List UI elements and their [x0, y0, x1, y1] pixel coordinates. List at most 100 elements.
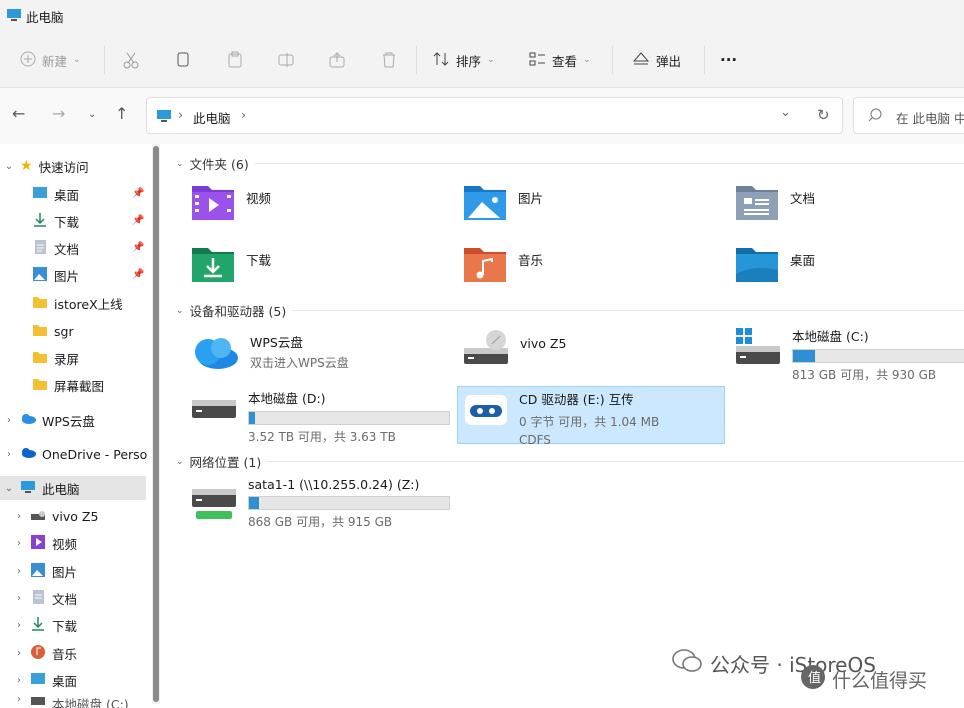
pin-icon[interactable]: 📌 — [132, 215, 144, 226]
sidebar-item-folder[interactable]: 录屏 — [32, 346, 79, 370]
sidebar-item-quick-access[interactable]: ⌄ ★ 快速访问 — [4, 154, 152, 178]
group-header-folders[interactable]: ⌄ 文件夹 (6) — [176, 154, 964, 173]
drive-info: 本地磁盘 (C:) 813 GB 可用，共 930 GB — [792, 326, 964, 383]
sidebar-item-documents[interactable]: 文档 — [32, 236, 79, 260]
sidebar-item-folder[interactable]: istoreX上线 — [32, 291, 123, 315]
pin-icon[interactable]: 📌 — [132, 188, 144, 199]
sidebar-item-music[interactable]: › 音乐 — [14, 641, 77, 665]
drive-tile-c[interactable]: 本地磁盘 (C:) 813 GB 可用，共 930 GB — [734, 326, 964, 383]
recent-chevron-icon[interactable]: ⌄ — [88, 109, 96, 120]
drive-tile-vivo[interactable]: vivo Z5 — [462, 326, 566, 373]
pin-icon[interactable]: 📌 — [132, 269, 144, 280]
folder-label: 视频 — [246, 191, 272, 206]
pin-icon[interactable]: 📌 — [132, 242, 144, 253]
delete-icon[interactable] — [380, 46, 398, 74]
group-header-devices[interactable]: ⌄ 设备和驱动器 (5) — [176, 301, 964, 320]
folder-tile-videos[interactable]: 视频 — [190, 182, 271, 225]
sidebar-item-drive-c[interactable]: › 本地磁盘 (C:) — [14, 694, 129, 708]
copy-icon[interactable] — [174, 46, 192, 74]
sidebar-item-pictures[interactable]: 图片 — [32, 263, 79, 287]
sidebar-item-desktop[interactable]: › 桌面 — [14, 668, 77, 692]
chevron-right-icon: › — [17, 647, 21, 659]
rename-icon[interactable] — [277, 46, 295, 74]
sidebar-item-vivo[interactable]: › vivo Z5 — [14, 504, 98, 528]
chevron-right-icon[interactable]: › — [241, 107, 246, 122]
search-input[interactable]: 在 此电脑 中 — [896, 108, 964, 127]
sidebar-item-onedrive[interactable]: › OneDrive - Perso — [4, 442, 152, 466]
drive-tile-d[interactable]: 本地磁盘 (D:) 3.52 TB 可用，共 3.63 TB — [190, 388, 450, 445]
view-icon — [528, 51, 546, 70]
sidebar-item-label: 下载 — [54, 214, 80, 230]
chevron-right-icon: › — [17, 619, 21, 631]
chevron-down-icon: ⌄ — [583, 55, 591, 65]
breadcrumb[interactable]: 此电脑 — [193, 108, 231, 127]
folder-tile-music[interactable]: 音乐 — [462, 244, 543, 287]
divider — [612, 46, 613, 74]
onedrive-icon — [20, 447, 36, 462]
sidebar-item-documents[interactable]: › 文档 — [14, 586, 77, 610]
divider — [292, 310, 964, 311]
sidebar-item-videos[interactable]: › 视频 — [14, 531, 77, 555]
sidebar-item-label: 录屏 — [54, 351, 80, 367]
view-button[interactable]: 查看 ⌄ — [528, 46, 591, 74]
folder-tile-desktop[interactable]: 桌面 — [734, 244, 815, 287]
folder-icon — [32, 377, 48, 394]
folder-tile-documents[interactable]: 文档 — [734, 182, 815, 225]
sidebar-scrollbar[interactable] — [152, 144, 160, 704]
drive-tile-network[interactable]: sata1-1 (\\10.255.0.24) (Z:) 868 GB 可用，共… — [190, 477, 450, 530]
cut-icon[interactable] — [122, 46, 140, 74]
group-title: 网络位置 (1) — [189, 455, 262, 470]
folder-label: 文档 — [790, 191, 816, 206]
address-bar[interactable]: › 此电脑 › ⌄ ↻ — [146, 97, 843, 134]
drive-tile-wps[interactable]: WPS云盘 双击进入WPS云盘 — [188, 332, 349, 375]
smzdm-logo-icon: 值 — [800, 664, 826, 695]
back-arrow-icon[interactable]: ← — [12, 104, 25, 123]
divider — [254, 163, 964, 164]
folder-label: 桌面 — [790, 253, 816, 268]
sort-button[interactable]: 排序 ⌄ — [432, 46, 495, 74]
paste-icon[interactable] — [226, 46, 244, 74]
drive-free-text: 3.52 TB 可用，共 3.63 TB — [248, 430, 396, 444]
new-button[interactable]: 新建 ⌄ — [20, 46, 81, 74]
sidebar-item-desktop[interactable]: 桌面 — [32, 182, 79, 206]
drive-icon — [190, 388, 238, 431]
sidebar-item-pictures[interactable]: › 图片 — [14, 559, 77, 583]
drive-name: 本地磁盘 (D:) — [248, 391, 326, 406]
sort-icon — [432, 51, 450, 70]
sidebar-item-folder[interactable]: 屏幕截图 — [32, 373, 104, 397]
eject-button[interactable]: 弹出 — [632, 46, 681, 74]
forward-arrow-icon[interactable]: → — [52, 104, 65, 123]
watermark-site: 值 什么值得买 — [800, 664, 927, 695]
sidebar-item-thispc[interactable]: ⌄ 此电脑 — [0, 476, 146, 500]
chevron-right-icon: › — [17, 694, 21, 705]
phone-drive-icon — [462, 326, 510, 373]
folder-tile-pictures[interactable]: 图片 — [462, 182, 543, 225]
system-drive-icon — [734, 326, 782, 373]
sidebar-item-label: 文档 — [54, 241, 80, 257]
drive-info: CD 驱动器 (E:) 互传 0 字节 可用，共 1.04 MB CDFS — [519, 389, 659, 447]
sidebar-item-folder[interactable]: sgr — [32, 319, 74, 343]
sidebar-item-label: vivo Z5 — [52, 508, 99, 524]
chevron-down-icon: ⌄ — [487, 55, 495, 65]
drive-name: WPS云盘 — [250, 335, 303, 350]
chevron-down-icon[interactable]: ⌄ — [780, 105, 791, 120]
sidebar-item-downloads[interactable]: › 下载 — [14, 613, 77, 637]
drive-tile-cd[interactable]: CD 驱动器 (E:) 互传 0 字节 可用，共 1.04 MB CDFS — [457, 386, 725, 447]
download-folder-icon — [190, 244, 236, 287]
group-header-network[interactable]: ⌄ 网络位置 (1) — [176, 452, 964, 471]
drive-name: sata1-1 (\\10.255.0.24) (Z:) — [248, 477, 420, 492]
share-icon[interactable] — [328, 46, 346, 74]
sidebar-item-wps[interactable]: › WPS云盘 — [4, 408, 95, 432]
more-button[interactable]: ··· — [720, 46, 737, 74]
folder-tile-downloads[interactable]: 下载 — [190, 244, 271, 287]
sidebar-item-label: 文档 — [52, 591, 78, 607]
scrollbar-thumb[interactable] — [153, 146, 159, 702]
up-arrow-icon[interactable]: ↑ — [115, 104, 128, 123]
refresh-icon[interactable]: ↻ — [817, 106, 830, 124]
cloud-icon — [20, 413, 36, 428]
search-box[interactable]: 在 此电脑 中 — [853, 97, 964, 134]
chevron-down-icon: ⌄ — [4, 160, 14, 172]
chevron-down-icon: ⌄ — [73, 55, 81, 65]
sidebar-item-label: 图片 — [54, 268, 80, 284]
sidebar-item-downloads[interactable]: 下载 — [32, 209, 79, 233]
